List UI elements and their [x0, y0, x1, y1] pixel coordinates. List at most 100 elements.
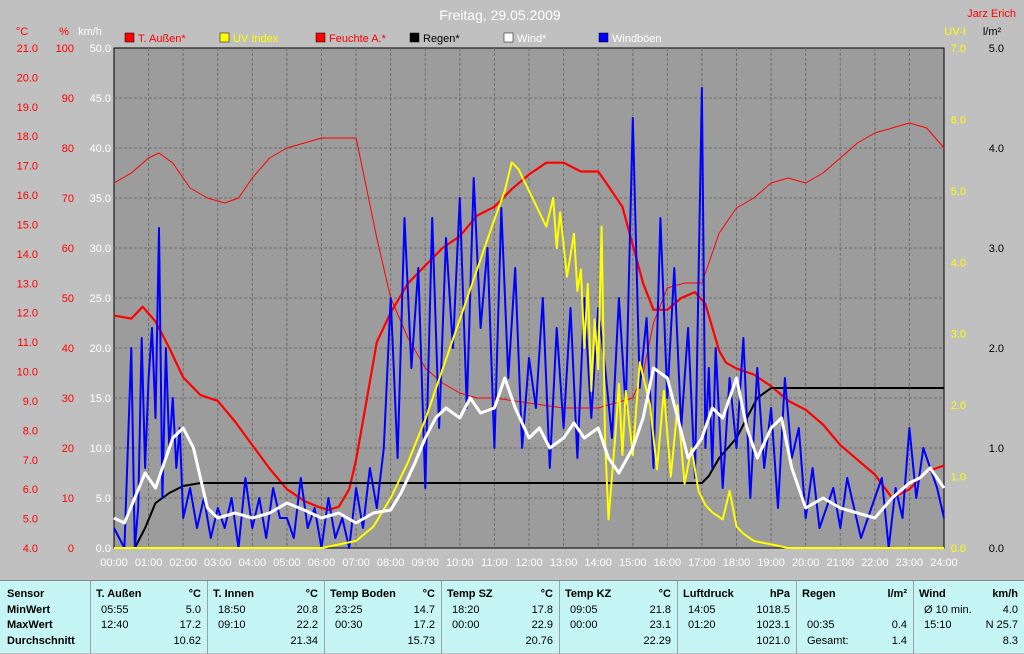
avg-value: 15.73 [407, 635, 435, 647]
y-tick-label-temp_c: 8.0 [23, 425, 38, 437]
x-tick-label: 03:00 [204, 557, 232, 569]
weather-chart: 00:00 01:00 02:00 03:00 04:00 05:00 06:00 07:00… [0, 0, 1024, 580]
max-time: 15:10 [924, 619, 952, 631]
max-time: 00:00 [570, 619, 598, 631]
table-column: Temp SZ °C 18:20 17.8 00:00 22.9 20.76 [441, 581, 559, 654]
avg-value: 10.62 [173, 635, 201, 647]
min-time: 23:25 [335, 604, 363, 616]
column-header: Temp KZ [565, 588, 612, 600]
table-column: Temp Boden °C 23:25 14.7 00:30 17.2 15.73 [324, 581, 441, 654]
y-tick-label-humidity: 80 [62, 143, 74, 155]
legend-label: Wind* [517, 33, 547, 45]
avg-value: 22.29 [643, 635, 671, 647]
avg-value: 8.3 [1002, 635, 1018, 647]
y-tick-label-uv: 6.0 [951, 114, 966, 126]
y-tick-label-uv: 5.0 [951, 186, 966, 198]
max-time: 12:40 [101, 619, 129, 631]
x-tick-label: 09:00 [411, 557, 439, 569]
legend-label: Regen* [423, 33, 460, 45]
x-tick-label: 20:00 [792, 557, 820, 569]
y-tick-label-temp_c: 12.0 [17, 308, 38, 320]
y-tick-label-humidity: 50 [62, 293, 74, 305]
y-tick-label-humidity: 0 [68, 543, 74, 555]
avg-value: 1.4 [891, 635, 907, 647]
x-tick-label: 16:00 [654, 557, 682, 569]
max-time: 01:20 [688, 619, 716, 631]
min-value: 20.8 [296, 604, 318, 616]
y-tick-label-temp_c: 6.0 [23, 484, 38, 496]
y-tick-label-wind_kmh: 20.0 [90, 343, 111, 355]
y-tick-label-humidity: 60 [62, 243, 74, 255]
avg-label: Gesamt: [807, 635, 849, 647]
column-unit: km/h [992, 588, 1018, 600]
x-tick-label: 19:00 [757, 557, 785, 569]
axis-unit-rain: l/m² [983, 26, 1002, 38]
y-tick-label-rain: 1.0 [989, 443, 1004, 455]
author-label: Jarz Erich [967, 8, 1016, 20]
y-tick-label-uv: 2.0 [951, 400, 966, 412]
y-tick-label-humidity: 90 [62, 93, 74, 105]
chart-title: Freitag, 29.05.2009 [439, 7, 561, 23]
y-tick-label-humidity: 70 [62, 193, 74, 205]
legend-label: Windböen [612, 33, 662, 45]
legend-swatch [503, 32, 514, 43]
x-tick-label: 11:00 [481, 557, 508, 569]
min-time: 05:55 [101, 604, 129, 616]
x-tick-label: 06:00 [308, 557, 336, 569]
x-tick-label: 00:00 [100, 557, 128, 569]
x-tick-label: 23:00 [896, 557, 924, 569]
y-tick-label-rain: 5.0 [989, 43, 1004, 55]
table-column: T. Innen °C 18:50 20.8 09:10 22.2 21.34 [207, 581, 324, 654]
column-header: Temp Boden [330, 588, 396, 600]
y-tick-label-temp_c: 19.0 [17, 102, 38, 114]
y-tick-label-wind_kmh: 45.0 [90, 93, 111, 105]
column-unit: °C [305, 588, 318, 600]
max-time: 00:00 [452, 619, 480, 631]
column-unit: °C [188, 588, 201, 600]
column-header: T. Innen [213, 588, 254, 600]
y-tick-label-temp_c: 9.0 [23, 396, 38, 408]
min-value: 17.8 [531, 604, 553, 616]
min-value: 14.7 [413, 604, 435, 616]
y-tick-label-temp_c: 13.0 [17, 278, 38, 290]
column-unit: hPa [769, 588, 790, 600]
legend-label: UV Index [233, 33, 279, 45]
y-tick-label-uv: 1.0 [951, 472, 966, 484]
x-tick-label: 01:00 [135, 557, 163, 569]
avg-value: 1021.0 [756, 635, 790, 647]
y-tick-label-wind_kmh: 35.0 [90, 193, 111, 205]
column-header: Temp SZ [447, 588, 493, 600]
max-time: 00:30 [335, 619, 363, 631]
column-header: Regen [802, 588, 836, 600]
column-unit: °C [422, 588, 435, 600]
max-value: 22.2 [296, 619, 318, 631]
table-column: Temp KZ °C 09:05 21.8 00:00 23.1 22.29 [559, 581, 677, 654]
avg-value: 21.34 [290, 635, 318, 647]
x-tick-label: 13:00 [550, 557, 578, 569]
y-tick-label-wind_kmh: 15.0 [90, 393, 111, 405]
y-tick-label-uv: 4.0 [951, 257, 966, 269]
x-tick-label: 12:00 [515, 557, 543, 569]
x-tick-label: 02:00 [169, 557, 197, 569]
axis-unit-humidity: % [59, 26, 69, 38]
x-tick-label: 18:00 [723, 557, 751, 569]
y-tick-label-temp_c: 21.0 [17, 43, 38, 55]
y-tick-label-humidity: 40 [62, 343, 74, 355]
axis-unit-uv: UV-I [944, 26, 965, 38]
table-column: Regen l/m² 00:35 0.4 Gesamt: 1.4 [796, 581, 913, 654]
axis-unit-temp_c: °C [16, 26, 28, 38]
y-tick-label-temp_c: 4.0 [23, 543, 38, 555]
min-value: 5.0 [185, 604, 201, 616]
y-tick-label-temp_c: 16.0 [17, 190, 38, 202]
y-tick-label-temp_c: 11.0 [17, 337, 38, 349]
x-tick-label: 08:00 [377, 557, 405, 569]
row-label: Durchschnitt [7, 635, 75, 647]
y-tick-label-rain: 3.0 [989, 243, 1004, 255]
min-time: Ø 10 min. [924, 604, 972, 616]
column-header: Wind [919, 588, 946, 600]
y-tick-label-temp_c: 5.0 [23, 514, 38, 526]
y-tick-label-temp_c: 17.0 [17, 161, 38, 173]
min-time: 18:50 [218, 604, 246, 616]
legend-swatch [219, 32, 230, 43]
max-value: 17.2 [413, 619, 435, 631]
